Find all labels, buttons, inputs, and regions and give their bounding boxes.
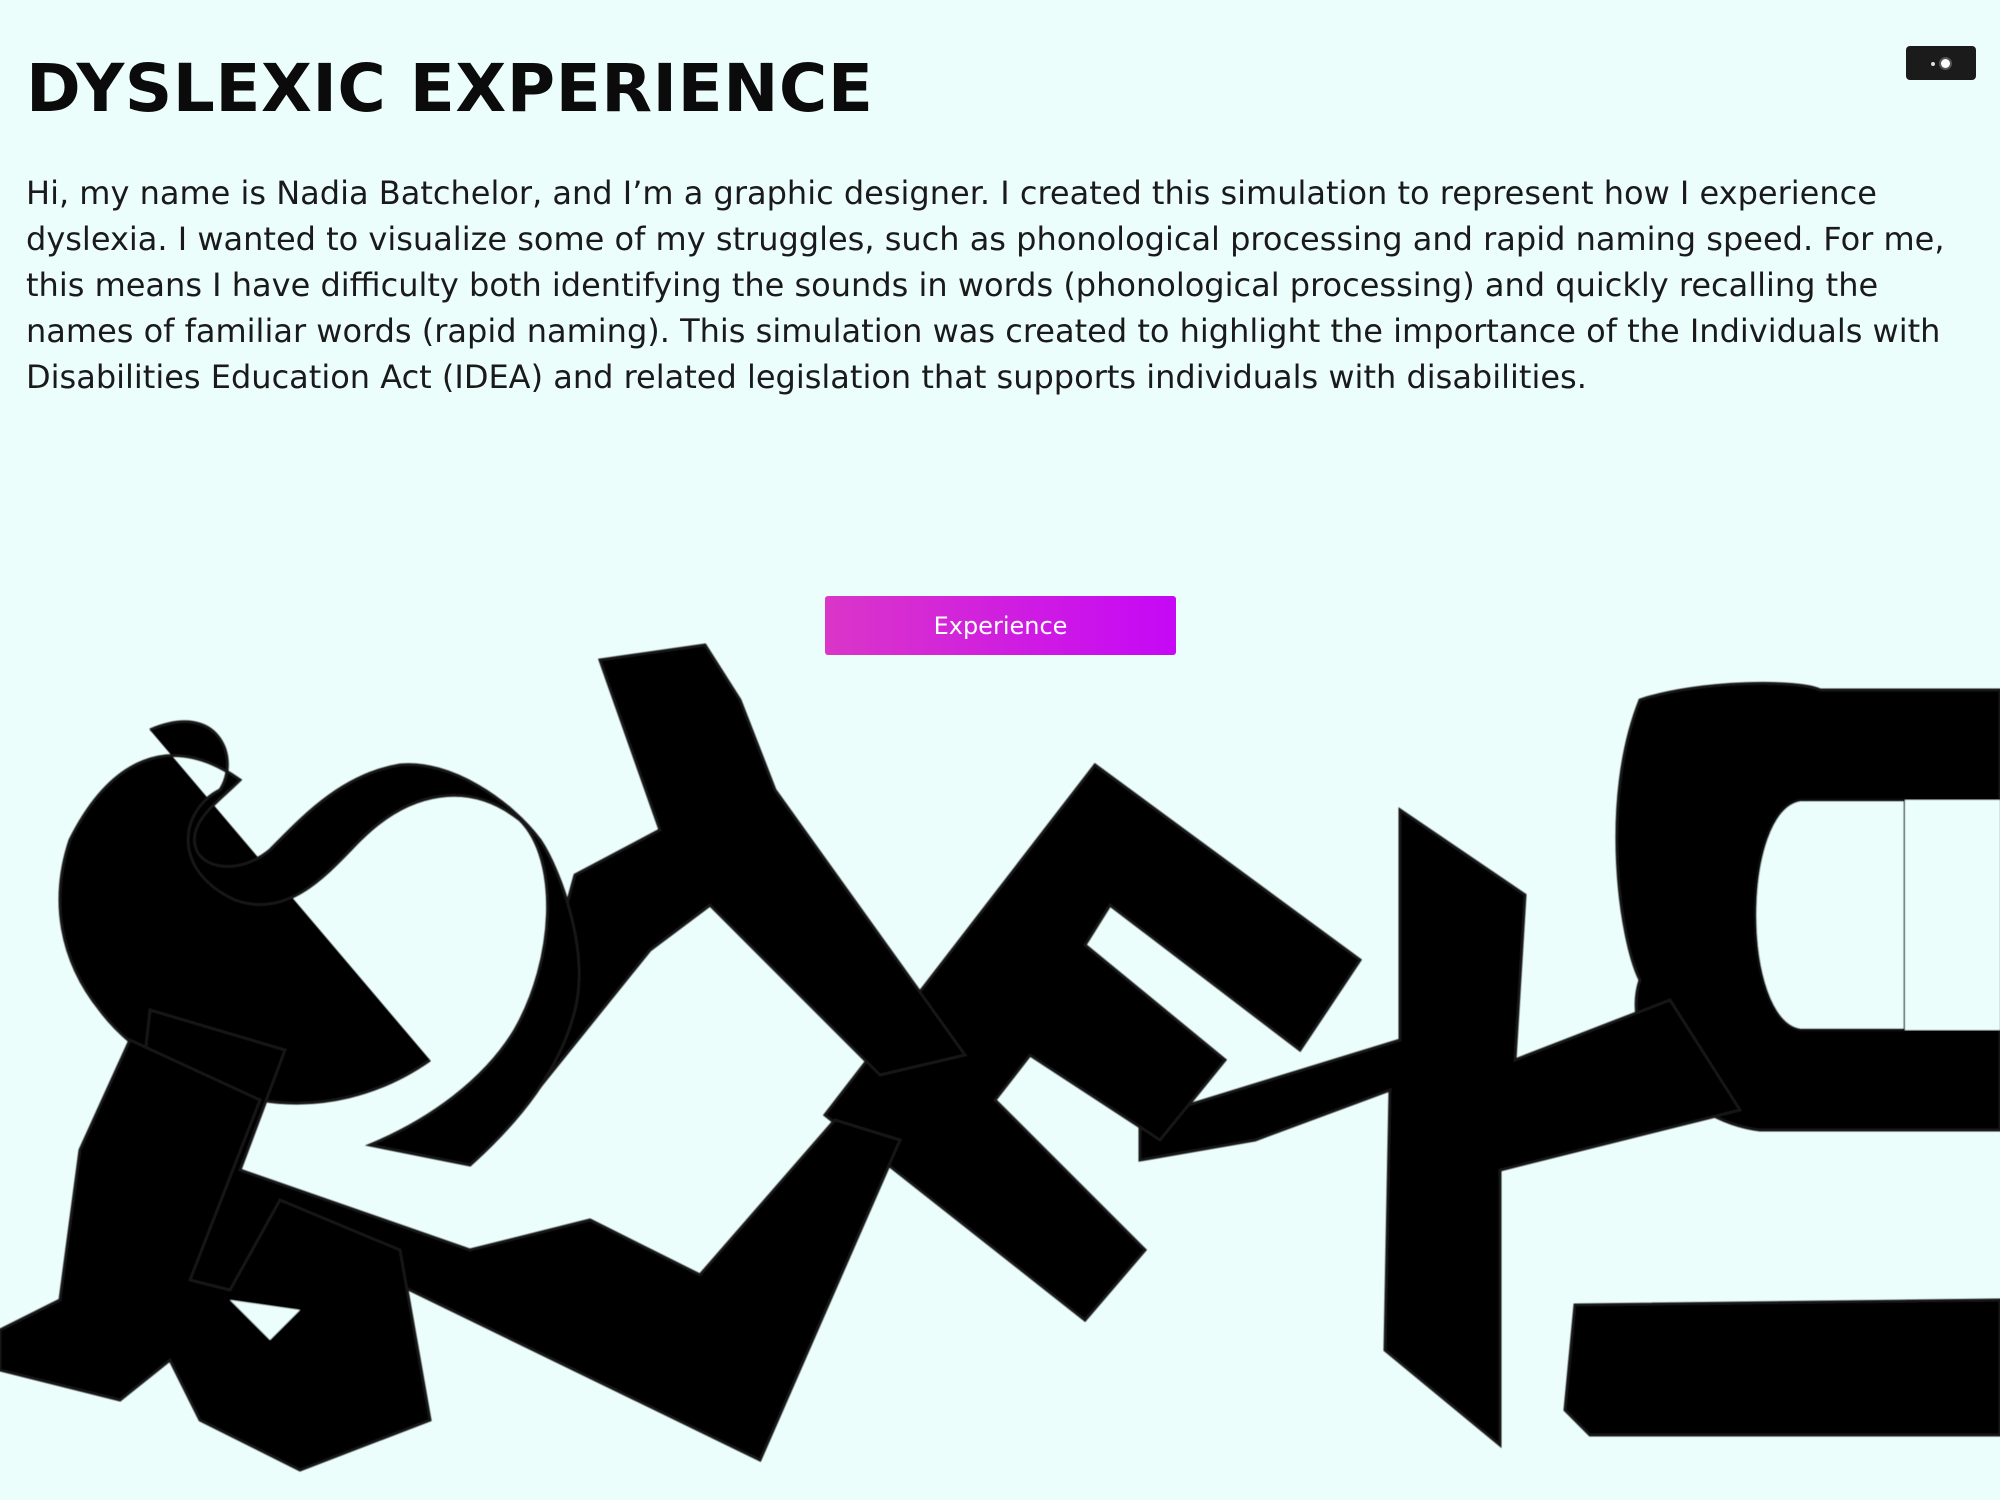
artwork-letter-i	[1563, 1298, 2000, 1437]
page: DYSLEXIC EXPERIENCE Hi, my name is Nadia…	[0, 0, 2000, 1500]
artwork-letter-y	[503, 643, 968, 1131]
experience-button[interactable]: Experience	[825, 596, 1176, 655]
dyslexic-letters-artwork	[0, 643, 2000, 1472]
